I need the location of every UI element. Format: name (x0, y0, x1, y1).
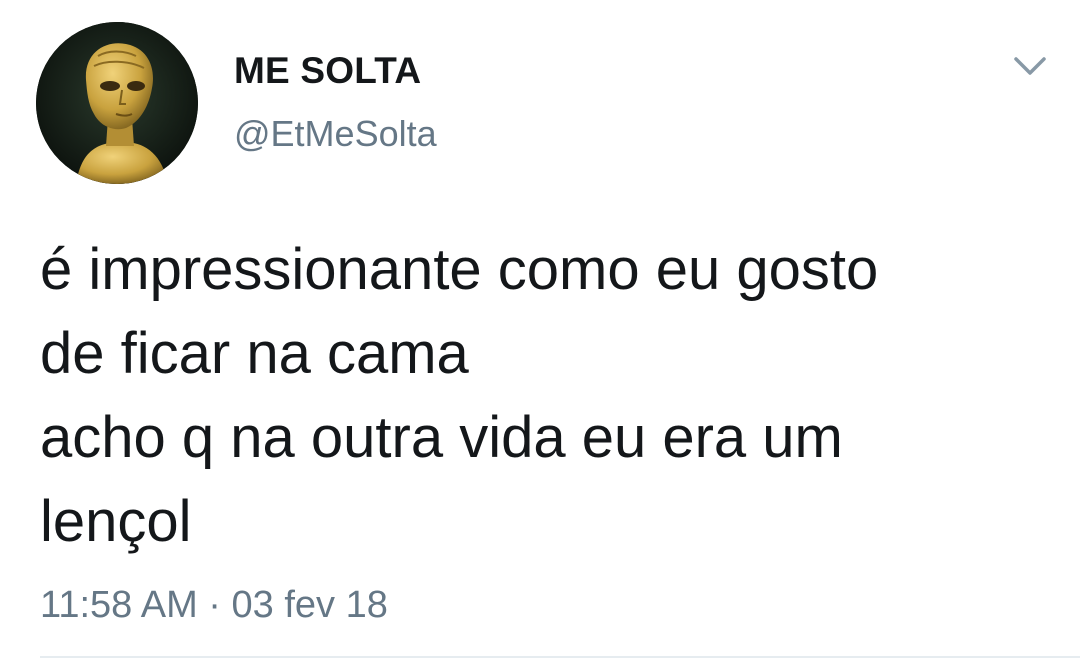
tweet-text-line: é impressionante como eu gosto (40, 237, 879, 302)
tweet-text-line: de ficar na cama (40, 321, 469, 386)
tweet-text: é impressionante como eu gosto de ficar … (40, 228, 1050, 564)
divider (40, 656, 1080, 658)
alien-avatar-icon (36, 22, 198, 184)
tweet-timestamp[interactable]: 11:58 AM · 03 fev 18 (40, 586, 388, 624)
display-name[interactable]: ME SOLTA (234, 52, 421, 89)
chevron-down-icon (1014, 57, 1046, 75)
tweet-text-line: lençol (40, 489, 192, 554)
tweet-text-line: acho q na outra vida eu era um (40, 405, 843, 470)
tweet-menu-button[interactable] (1008, 50, 1052, 84)
tweet-card: ME SOLTA @EtMeSolta é impressionante com… (0, 0, 1080, 664)
avatar[interactable] (36, 22, 198, 184)
user-handle[interactable]: @EtMeSolta (234, 116, 437, 152)
